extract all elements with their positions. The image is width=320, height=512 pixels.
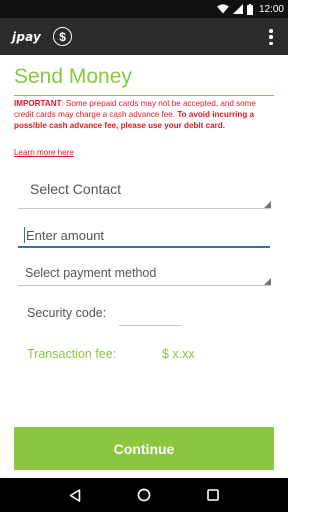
learn-more-link[interactable]: Learn more here [14, 148, 74, 157]
overflow-menu-icon[interactable] [268, 29, 274, 45]
jpay-logo: jpay [12, 29, 42, 44]
dropdown-underline [18, 285, 271, 286]
screen: 12:00 jpay $ Send Money IMPORTANT: Some … [0, 0, 288, 512]
continue-button[interactable]: Continue [14, 427, 274, 470]
wifi-icon [217, 4, 229, 14]
home-icon[interactable] [132, 483, 156, 507]
battery-icon [246, 3, 253, 15]
dropdown-arrow-icon [264, 278, 271, 285]
notice-prefix: IMPORTANT [14, 99, 62, 108]
payment-method-dropdown[interactable]: Select payment method [18, 264, 271, 286]
amount-input[interactable]: Enter amount [18, 224, 270, 248]
status-bar: 12:00 [0, 0, 288, 18]
app-bar: jpay $ [0, 18, 288, 55]
text-cursor [24, 227, 25, 243]
dollar-circle-icon[interactable]: $ [53, 27, 73, 46]
input-focus-underline [18, 246, 270, 248]
security-code-input[interactable] [119, 310, 181, 326]
transaction-fee-value: $ x.xx [162, 347, 195, 361]
transaction-fee-label: Transaction fee: [27, 347, 117, 361]
recents-icon[interactable] [201, 483, 225, 507]
dropdown-arrow-icon [264, 201, 271, 208]
select-contact-dropdown[interactable]: Select Contact [18, 178, 271, 209]
navigation-bar [0, 478, 288, 512]
security-code-label: Security code: [27, 306, 107, 320]
payment-method-label: Select payment method [25, 266, 157, 280]
dropdown-underline [18, 208, 271, 209]
cell-signal-icon [232, 4, 243, 14]
page-title: Send Money [14, 65, 132, 88]
status-time: 12:00 [258, 3, 284, 15]
back-icon[interactable] [63, 483, 87, 507]
title-divider [14, 95, 274, 96]
select-contact-label: Select Contact [30, 181, 122, 197]
amount-placeholder: Enter amount [26, 228, 105, 243]
important-notice: IMPORTANT: Some prepaid cards may not be… [14, 99, 276, 131]
